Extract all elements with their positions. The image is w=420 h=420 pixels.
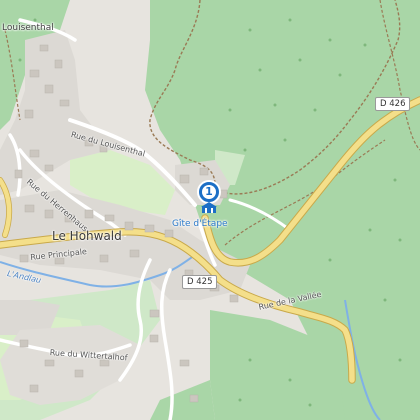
building (54, 59, 63, 69)
building (179, 174, 190, 184)
building (19, 339, 29, 348)
building (149, 334, 159, 343)
building (19, 254, 29, 263)
building (24, 204, 35, 213)
building (29, 384, 39, 393)
building (44, 164, 54, 172)
building (44, 209, 54, 219)
building (149, 309, 160, 318)
building (99, 254, 109, 263)
road-number-d426: D 426 (375, 97, 411, 112)
building (164, 229, 174, 238)
building (44, 359, 55, 367)
marker-number: 1 (205, 185, 213, 198)
building (39, 44, 49, 52)
building (74, 369, 84, 378)
building (59, 99, 70, 107)
map-view[interactable]: Louisenthal Le Hohwald Rue du Louisentha… (0, 0, 420, 420)
road-number-d425: D 425 (182, 275, 218, 290)
building (199, 167, 209, 176)
building (124, 221, 134, 231)
building (104, 214, 115, 222)
hostel-icon (201, 202, 217, 213)
poi-marker[interactable]: 1 (195, 180, 223, 214)
building (179, 359, 190, 367)
poi-label[interactable]: Gîte d'Étape (172, 219, 228, 229)
building (24, 109, 34, 119)
village-label: Le Hohwald (52, 229, 122, 243)
building (129, 249, 140, 258)
building (29, 69, 40, 78)
locality-label: Louisenthal (2, 23, 54, 33)
building (229, 294, 239, 303)
building (29, 149, 40, 158)
building (84, 209, 94, 219)
building (14, 169, 23, 179)
building (144, 224, 155, 233)
building (44, 84, 54, 94)
building (189, 394, 199, 403)
